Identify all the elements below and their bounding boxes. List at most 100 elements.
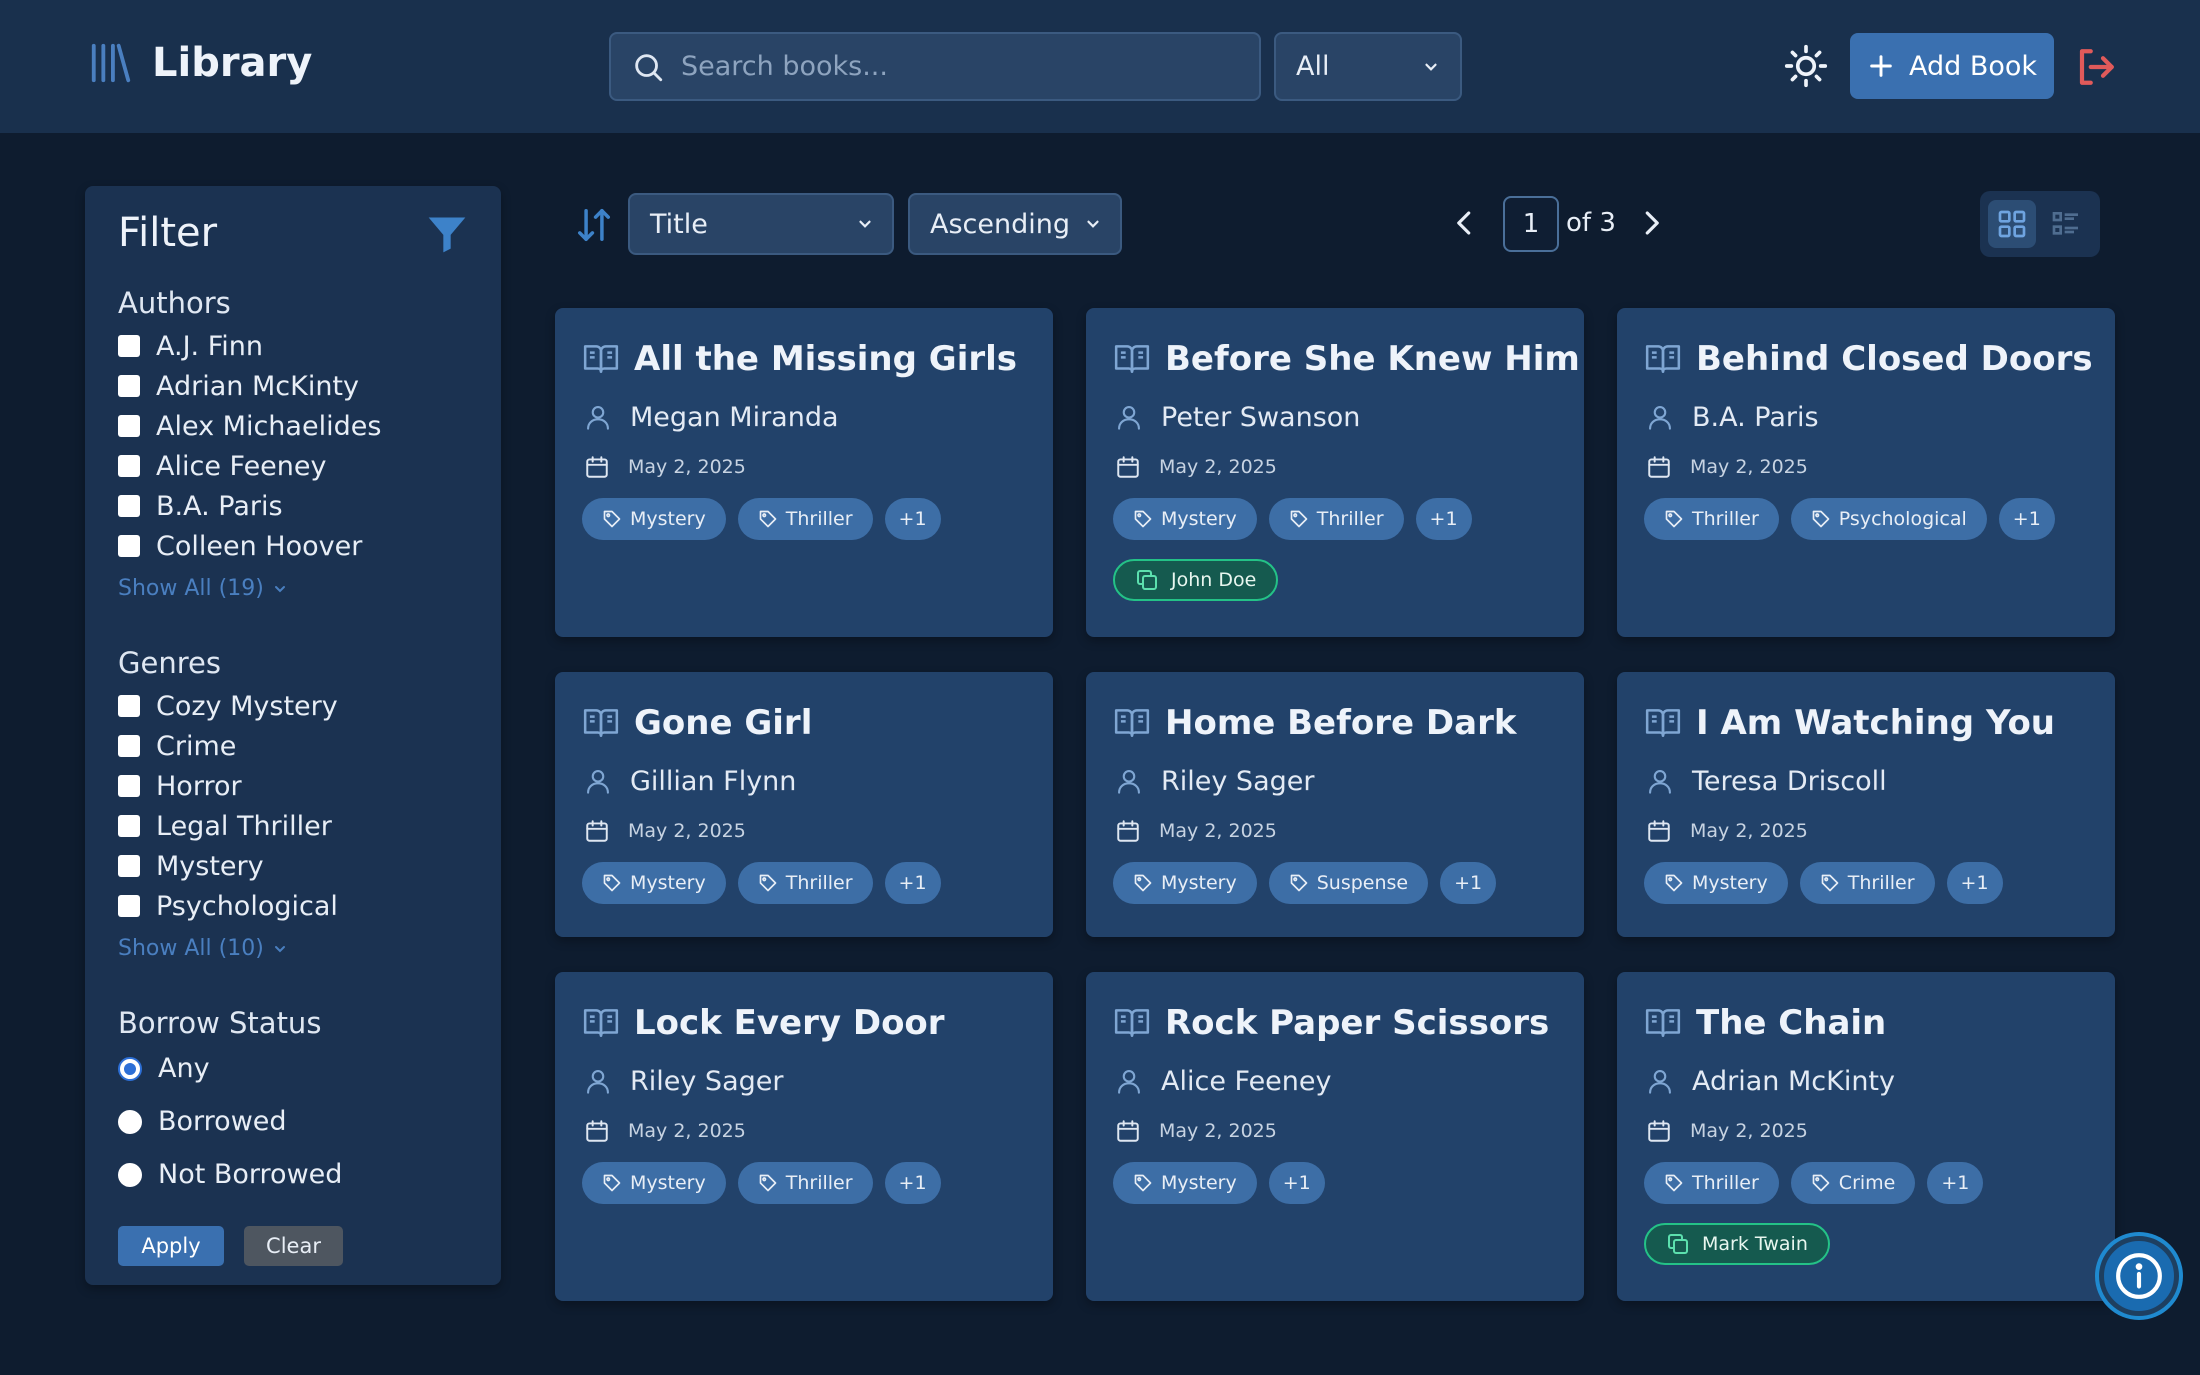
list-view-button[interactable] [2042, 200, 2090, 248]
genre-tag[interactable]: Mystery [582, 862, 726, 904]
search-input[interactable] [681, 51, 1241, 82]
checkbox[interactable] [118, 455, 140, 477]
page-number-input[interactable]: 1 [1503, 196, 1559, 252]
genre-tag[interactable]: Thriller [737, 862, 873, 904]
borrow-option-borrowed[interactable]: Borrowed [118, 1095, 342, 1148]
checkbox[interactable] [118, 375, 140, 397]
genres-show-all-link[interactable]: Show All (10) [118, 936, 288, 961]
genre-tag[interactable]: Thriller [1799, 862, 1935, 904]
genre-tag[interactable]: Mystery [582, 1162, 726, 1204]
book-title[interactable]: Behind Closed Doors [1696, 339, 2093, 379]
book-card[interactable]: Behind Closed Doors B.A. Paris May 2, 2025… [1617, 308, 2115, 637]
book-card[interactable]: All the Missing Girls Megan Miranda May 2,… [555, 308, 1053, 637]
sort-field-select[interactable]: Title [628, 193, 894, 255]
genre-tag[interactable]: Mystery [1644, 862, 1788, 904]
authors-show-all-link[interactable]: Show All (19) [118, 576, 288, 601]
search-box[interactable] [609, 32, 1261, 101]
book-card[interactable]: Lock Every Door Riley Sager May 2, 2025 Mys… [555, 972, 1053, 1301]
book-title[interactable]: Home Before Dark [1165, 703, 1516, 743]
genre-option[interactable]: Psychological [118, 886, 338, 926]
book-date: May 2, 2025 [1690, 456, 1808, 478]
checkbox[interactable] [118, 335, 140, 357]
radio-button[interactable] [118, 1056, 142, 1081]
add-book-button[interactable]: Add Book [1850, 33, 2054, 99]
genre-tag[interactable]: Suspense [1268, 862, 1429, 904]
checkbox[interactable] [118, 695, 140, 717]
book-title[interactable]: I Am Watching You [1696, 703, 2055, 743]
theme-toggle-button[interactable] [1780, 40, 1832, 92]
book-title[interactable]: The Chain [1696, 1003, 1886, 1043]
author-option[interactable]: Adrian McKinty [118, 366, 381, 406]
book-date: May 2, 2025 [1690, 1120, 1808, 1142]
book-author: Peter Swanson [1161, 401, 1361, 433]
more-tags-badge[interactable]: +1 [884, 498, 941, 540]
author-option[interactable]: Colleen Hoover [118, 526, 381, 566]
checkbox[interactable] [118, 895, 140, 917]
clear-button[interactable]: Clear [244, 1226, 343, 1266]
borrow-option-not-borrowed[interactable]: Not Borrowed [118, 1148, 342, 1201]
more-tags-badge[interactable]: +1 [884, 862, 941, 904]
genre-tag[interactable]: Mystery [1113, 498, 1257, 540]
book-card[interactable]: Home Before Dark Riley Sager May 2, 2025 My… [1086, 672, 1584, 937]
genre-option[interactable]: Cozy Mystery [118, 686, 338, 726]
checkbox[interactable] [118, 815, 140, 837]
info-button[interactable] [2099, 1236, 2179, 1316]
tag-icon [603, 874, 621, 892]
checkbox[interactable] [118, 535, 140, 557]
genre-option[interactable]: Legal Thriller [118, 806, 338, 846]
borrow-option-any[interactable]: Any [118, 1042, 342, 1095]
checkbox[interactable] [118, 495, 140, 517]
more-tags-badge[interactable]: +1 [1927, 1162, 1984, 1204]
genre-option[interactable]: Horror [118, 766, 338, 806]
book-card[interactable]: Rock Paper Scissors Alice Feeney May 2, 20… [1086, 972, 1584, 1301]
author-option[interactable]: Alex Michaelides [118, 406, 381, 446]
tag-icon [759, 1174, 777, 1192]
more-tags-badge[interactable]: +1 [1946, 862, 2003, 904]
scope-select[interactable]: All [1274, 32, 1462, 101]
author-option[interactable]: A.J. Finn [118, 326, 381, 366]
funnel-icon[interactable] [425, 212, 469, 256]
author-option[interactable]: B.A. Paris [118, 486, 381, 526]
genre-tag[interactable]: Thriller [1644, 498, 1779, 540]
grid-view-button[interactable] [1988, 200, 2036, 248]
book-card[interactable]: The Chain Adrian McKinty May 2, 2025 Thrill… [1617, 972, 2115, 1301]
book-title[interactable]: All the Missing Girls [634, 339, 1017, 379]
book-card[interactable]: Gone Girl Gillian Flynn May 2, 2025 Mystery… [555, 672, 1053, 937]
more-tags-badge[interactable]: +1 [884, 1162, 941, 1204]
genre-tag[interactable]: Thriller [1268, 498, 1404, 540]
sort-icon[interactable] [575, 206, 613, 244]
apply-button[interactable]: Apply [118, 1226, 224, 1266]
previous-page-icon[interactable] [1450, 208, 1480, 238]
logout-icon[interactable] [2074, 46, 2118, 88]
genre-tag[interactable]: Psychological [1790, 498, 1987, 540]
book-card[interactable]: I Am Watching You Teresa Driscoll May 2, 2… [1617, 672, 2115, 937]
genre-tag[interactable]: Thriller [737, 498, 873, 540]
genre-tag[interactable]: Mystery [1113, 862, 1257, 904]
checkbox[interactable] [118, 855, 140, 877]
book-title[interactable]: Rock Paper Scissors [1165, 1003, 1549, 1043]
checkbox[interactable] [118, 735, 140, 757]
more-tags-badge[interactable]: +1 [1415, 498, 1472, 540]
more-tags-badge[interactable]: +1 [1440, 862, 1497, 904]
genre-tag[interactable]: Mystery [1113, 1162, 1257, 1204]
author-option[interactable]: Alice Feeney [118, 446, 381, 486]
brand[interactable]: Library [88, 40, 312, 86]
more-tags-badge[interactable]: +1 [1998, 498, 2055, 540]
book-title[interactable]: Lock Every Door [634, 1003, 945, 1043]
book-title[interactable]: Before She Knew Him [1165, 339, 1580, 379]
more-tags-badge[interactable]: +1 [1268, 1162, 1325, 1204]
genre-tag[interactable]: Thriller [737, 1162, 873, 1204]
genre-tag[interactable]: Crime [1790, 1162, 1916, 1204]
book-title[interactable]: Gone Girl [634, 703, 812, 743]
radio-button[interactable] [118, 1162, 142, 1187]
checkbox[interactable] [118, 415, 140, 437]
genre-tag[interactable]: Mystery [582, 498, 726, 540]
sort-order-select[interactable]: Ascending [908, 193, 1122, 255]
genre-option[interactable]: Crime [118, 726, 338, 766]
book-card[interactable]: Before She Knew Him Peter Swanson May 2, 2… [1086, 308, 1584, 637]
next-page-icon[interactable] [1636, 208, 1666, 238]
genre-option[interactable]: Mystery [118, 846, 338, 886]
radio-button[interactable] [118, 1109, 142, 1134]
checkbox[interactable] [118, 775, 140, 797]
genre-tag[interactable]: Thriller [1644, 1162, 1779, 1204]
